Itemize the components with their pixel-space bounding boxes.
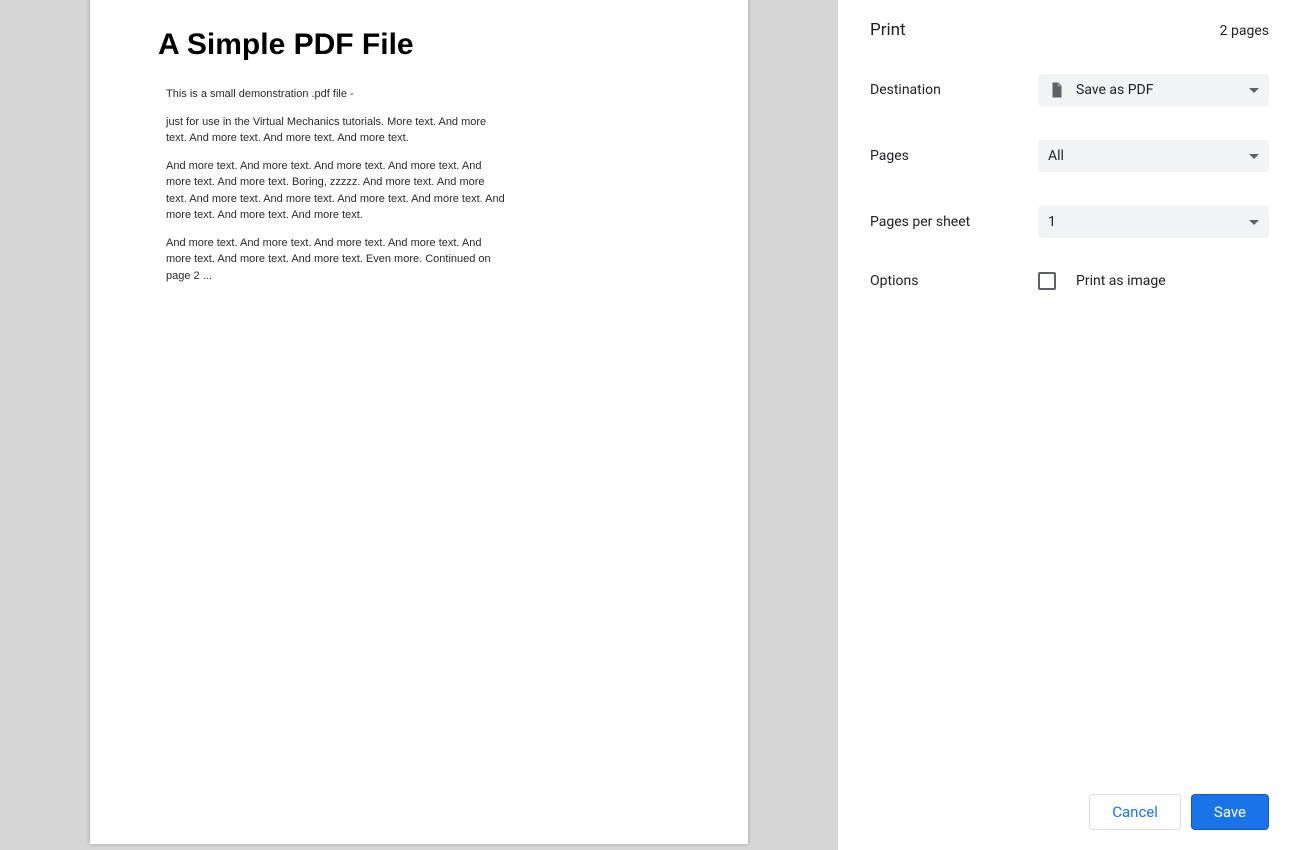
print-title: Print — [870, 20, 906, 40]
file-icon — [1048, 81, 1066, 99]
cancel-button[interactable]: Cancel — [1089, 794, 1181, 830]
doc-title: A Simple PDF File — [158, 28, 680, 62]
print-as-image-checkbox[interactable] — [1038, 272, 1056, 290]
chevron-down-icon — [1249, 220, 1259, 225]
options-row: Options Print as image — [870, 272, 1269, 290]
options-label: Options — [870, 273, 1038, 289]
sidebar-header: Print 2 pages — [870, 20, 1269, 40]
destination-row: Destination Save as PDF — [870, 74, 1269, 106]
doc-paragraph: And more text. And more text. And more t… — [166, 158, 508, 224]
doc-paragraph: just for use in the Virtual Mechanics tu… — [166, 114, 508, 147]
destination-label: Destination — [870, 82, 1038, 98]
pages-select[interactable]: All — [1038, 140, 1269, 172]
doc-body: This is a small demonstration .pdf file … — [158, 86, 508, 284]
print-as-image-label: Print as image — [1076, 273, 1166, 289]
doc-paragraph: And more text. And more text. And more t… — [166, 235, 508, 285]
print-sidebar: Print 2 pages Destination Save as PDF Pa… — [838, 0, 1293, 850]
doc-paragraph: This is a small demonstration .pdf file … — [166, 86, 508, 103]
footer-buttons: Cancel Save — [870, 794, 1269, 834]
pages-per-sheet-value: 1 — [1048, 214, 1056, 230]
destination-select[interactable]: Save as PDF — [1038, 74, 1269, 106]
destination-value: Save as PDF — [1076, 82, 1154, 98]
preview-pane: A Simple PDF File This is a small demons… — [0, 0, 838, 850]
pages-per-sheet-row: Pages per sheet 1 — [870, 206, 1269, 238]
page-count: 2 pages — [1220, 23, 1269, 39]
chevron-down-icon — [1249, 88, 1259, 93]
pages-row: Pages All — [870, 140, 1269, 172]
chevron-down-icon — [1249, 154, 1259, 159]
page-preview: A Simple PDF File This is a small demons… — [90, 0, 748, 844]
save-button[interactable]: Save — [1191, 794, 1269, 830]
pages-per-sheet-select[interactable]: 1 — [1038, 206, 1269, 238]
pages-value: All — [1048, 148, 1064, 164]
pages-label: Pages — [870, 148, 1038, 164]
pages-per-sheet-label: Pages per sheet — [870, 214, 1038, 230]
